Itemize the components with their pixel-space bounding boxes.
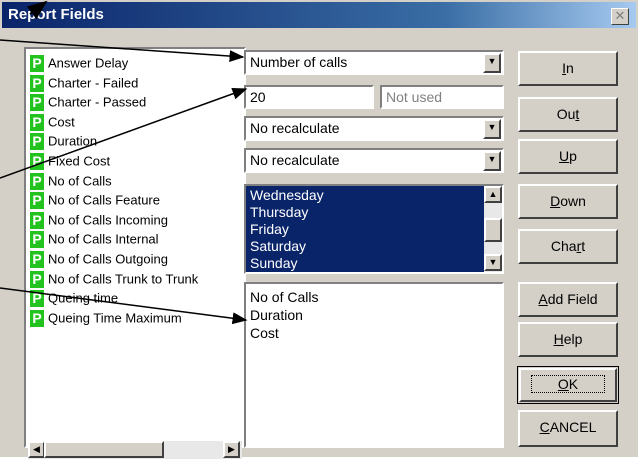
arrow-to-top-corner bbox=[26, 0, 48, 20]
arrow-to-measure-combo bbox=[0, 39, 245, 63]
annotation-arrows bbox=[0, 0, 248, 325]
arrow-to-selected-fields bbox=[0, 287, 248, 325]
arrow-to-threshold-input bbox=[0, 87, 248, 179]
